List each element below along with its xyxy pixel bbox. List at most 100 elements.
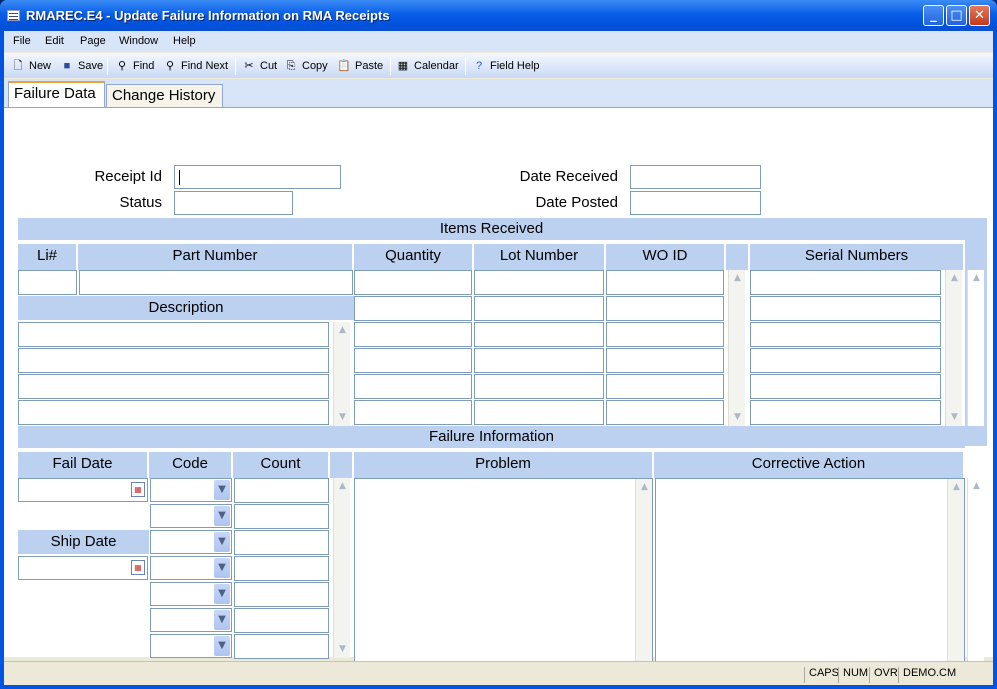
- quantity-cell[interactable]: [354, 374, 472, 399]
- part-number-cell[interactable]: [79, 270, 353, 295]
- field-help-button[interactable]: ? Field Help: [472, 58, 540, 74]
- chevron-down-icon[interactable]: ▼: [214, 506, 230, 526]
- scroll-up-icon[interactable]: ▲: [947, 271, 962, 286]
- chevron-down-icon[interactable]: ▼: [214, 610, 230, 630]
- tab-change-history[interactable]: Change History: [106, 84, 223, 107]
- page-scrollbar-lower[interactable]: ▲▼: [967, 478, 984, 685]
- problem-scrollbar[interactable]: ▲▼: [635, 479, 652, 684]
- menu-help[interactable]: Help: [173, 35, 196, 47]
- description-scrollbar[interactable]: ▲ ▼: [333, 322, 350, 426]
- scroll-down-icon[interactable]: ▼: [335, 642, 350, 657]
- corrective-action-textarea[interactable]: [655, 478, 965, 685]
- wo-id-cell[interactable]: [606, 348, 724, 373]
- description-line[interactable]: [18, 322, 329, 347]
- code-dropdown[interactable]: ▼: [150, 478, 232, 502]
- paste-button[interactable]: 📋 Paste: [337, 58, 383, 74]
- calendar-picker-icon[interactable]: ▦: [131, 560, 145, 575]
- corrective-action-scrollbar[interactable]: ▲▼: [947, 479, 964, 684]
- receipt-id-input[interactable]: [174, 165, 341, 189]
- maximize-button[interactable]: □: [946, 5, 967, 26]
- scroll-down-icon[interactable]: ▼: [335, 410, 350, 425]
- serial-number-cell[interactable]: [750, 270, 941, 295]
- menu-file[interactable]: File: [13, 35, 31, 47]
- wo-id-cell[interactable]: [606, 400, 724, 425]
- new-button[interactable]: 🗋 New: [11, 58, 51, 74]
- serial-number-cell[interactable]: [750, 348, 941, 373]
- fail-date-input[interactable]: ▦: [18, 478, 148, 502]
- save-button[interactable]: ■ Save: [60, 58, 103, 74]
- serial-number-cell[interactable]: [750, 374, 941, 399]
- quantity-cell[interactable]: [354, 322, 472, 347]
- quantity-cell[interactable]: [354, 296, 472, 321]
- serial-number-cell[interactable]: [750, 322, 941, 347]
- menu-window[interactable]: Window: [119, 35, 158, 47]
- scroll-up-icon[interactable]: ▲: [335, 479, 350, 494]
- scroll-down-icon[interactable]: ▼: [730, 410, 745, 425]
- serial-number-cell[interactable]: [750, 400, 941, 425]
- scroll-up-icon[interactable]: ▲: [335, 323, 350, 338]
- scroll-up-icon[interactable]: ▲: [969, 479, 984, 494]
- wo-id-cell[interactable]: [606, 322, 724, 347]
- cut-button[interactable]: ✂ Cut: [242, 58, 277, 74]
- scroll-up-icon[interactable]: ▲: [637, 480, 652, 495]
- code-dropdown[interactable]: ▼: [150, 504, 232, 528]
- page-scrollbar[interactable]: ▲: [967, 270, 984, 426]
- calendar-picker-icon[interactable]: ▦: [131, 482, 145, 497]
- lot-number-cell[interactable]: [474, 322, 604, 347]
- code-dropdown[interactable]: ▼: [150, 530, 232, 554]
- chevron-down-icon[interactable]: ▼: [214, 584, 230, 604]
- count-cell[interactable]: [234, 582, 329, 607]
- chevron-down-icon[interactable]: ▼: [214, 636, 230, 656]
- find-next-button[interactable]: ⚲ Find Next: [163, 58, 228, 74]
- code-dropdown[interactable]: ▼: [150, 556, 232, 580]
- scroll-down-icon[interactable]: ▼: [947, 410, 962, 425]
- menu-edit[interactable]: Edit: [45, 35, 64, 47]
- lot-number-cell[interactable]: [474, 374, 604, 399]
- count-cell[interactable]: [234, 478, 329, 503]
- count-cell[interactable]: [234, 530, 329, 555]
- chevron-down-icon[interactable]: ▼: [214, 480, 230, 500]
- close-button[interactable]: ✕: [969, 5, 990, 26]
- items-scrollbar[interactable]: ▲ ▼: [728, 270, 745, 426]
- scroll-up-icon[interactable]: ▲: [730, 271, 745, 286]
- count-cell[interactable]: [234, 504, 329, 529]
- count-cell[interactable]: [234, 634, 329, 659]
- li-cell[interactable]: [18, 270, 77, 295]
- quantity-cell[interactable]: [354, 400, 472, 425]
- minimize-button[interactable]: _: [923, 5, 944, 26]
- quantity-cell[interactable]: [354, 348, 472, 373]
- find-button[interactable]: ⚲ Find: [115, 58, 154, 74]
- serial-numbers-scrollbar[interactable]: ▲ ▼: [945, 270, 962, 426]
- copy-button[interactable]: ⎘ Copy: [284, 58, 328, 74]
- code-dropdown[interactable]: ▼: [150, 582, 232, 606]
- code-dropdown[interactable]: ▼: [150, 634, 232, 658]
- count-cell[interactable]: [234, 608, 329, 633]
- chevron-down-icon[interactable]: ▼: [214, 532, 230, 552]
- date-received-input[interactable]: [630, 165, 761, 189]
- lot-number-cell[interactable]: [474, 400, 604, 425]
- lot-number-cell[interactable]: [474, 270, 604, 295]
- chevron-down-icon[interactable]: ▼: [214, 558, 230, 578]
- serial-number-cell[interactable]: [750, 296, 941, 321]
- menu-page[interactable]: Page: [80, 35, 106, 47]
- code-dropdown[interactable]: ▼: [150, 608, 232, 632]
- failure-scrollbar[interactable]: ▲ ▼: [333, 478, 350, 658]
- calendar-button[interactable]: ▦ Calendar: [396, 58, 459, 74]
- count-cell[interactable]: [234, 556, 329, 581]
- quantity-cell[interactable]: [354, 270, 472, 295]
- lot-number-cell[interactable]: [474, 348, 604, 373]
- status-input[interactable]: [174, 191, 293, 215]
- description-line[interactable]: [18, 374, 329, 399]
- ship-date-input[interactable]: ▦: [18, 556, 148, 580]
- scroll-up-icon[interactable]: ▲: [969, 271, 984, 286]
- lot-number-cell[interactable]: [474, 296, 604, 321]
- wo-id-cell[interactable]: [606, 270, 724, 295]
- date-posted-input[interactable]: [630, 191, 761, 215]
- scroll-up-icon[interactable]: ▲: [949, 480, 964, 495]
- description-line[interactable]: [18, 400, 329, 425]
- problem-textarea[interactable]: [354, 478, 653, 685]
- wo-id-cell[interactable]: [606, 296, 724, 321]
- tab-failure-data[interactable]: Failure Data: [8, 81, 105, 109]
- wo-id-cell[interactable]: [606, 374, 724, 399]
- description-line[interactable]: [18, 348, 329, 373]
